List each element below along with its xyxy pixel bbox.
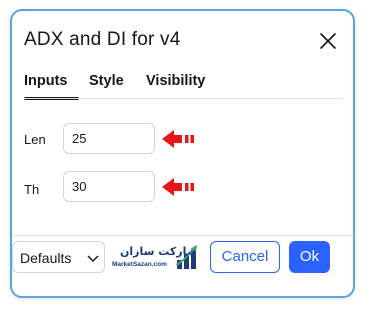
watermark-logo: مارکت سازان MarketSazan.com	[112, 244, 204, 274]
tab-style[interactable]: Style	[89, 73, 124, 89]
red-arrow-left-icon	[162, 130, 194, 148]
dialog-title: ADX and DI for v4	[24, 29, 181, 50]
th-input[interactable]	[63, 171, 155, 202]
len-input[interactable]	[63, 123, 155, 154]
close-icon[interactable]	[318, 31, 338, 51]
input-label-len: Len	[24, 132, 46, 147]
red-arrow-left-icon	[162, 178, 194, 196]
input-label-th: Th	[24, 182, 40, 197]
tab-inputs[interactable]: Inputs	[24, 73, 68, 89]
cancel-button[interactable]: Cancel	[210, 241, 280, 273]
chart-bars-icon	[176, 245, 197, 269]
chevron-down-icon	[87, 255, 99, 263]
defaults-select[interactable]: Defaults	[12, 241, 105, 273]
tab-visibility[interactable]: Visibility	[146, 73, 205, 89]
defaults-select-value: Defaults	[20, 250, 72, 266]
watermark-text-en: MarketSazan.com	[112, 261, 167, 268]
footer-divider	[12, 235, 353, 236]
ok-button[interactable]: Ok	[289, 241, 330, 273]
tabs-divider	[24, 98, 343, 99]
